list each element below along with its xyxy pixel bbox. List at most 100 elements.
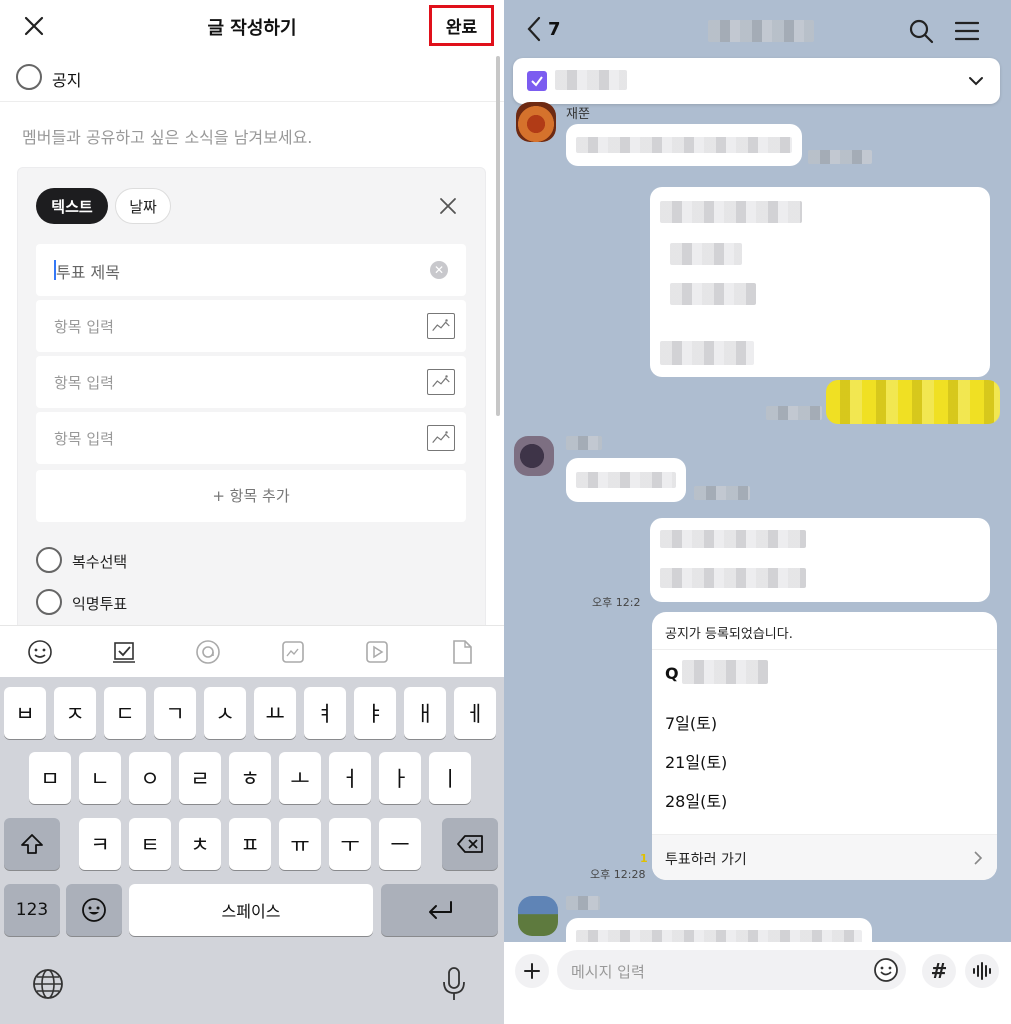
key[interactable]: ㅁ — [29, 752, 71, 804]
pinned-notice-bar[interactable] — [513, 58, 1000, 104]
notice-label: 공지 — [52, 71, 82, 90]
emoji-icon[interactable] — [26, 638, 54, 666]
backspace-icon — [457, 835, 483, 853]
add-item-button[interactable]: + 항목 추가 — [36, 470, 466, 522]
emoji-key[interactable] — [66, 884, 122, 936]
highlighted-message[interactable] — [826, 380, 1000, 424]
key[interactable]: ㄷ — [104, 687, 146, 739]
emoji-keyboard-icon — [82, 898, 106, 922]
return-key[interactable] — [381, 884, 498, 936]
key[interactable]: ㅂ — [4, 687, 46, 739]
key[interactable]: ㅐ — [404, 687, 446, 739]
image-icon[interactable] — [427, 313, 455, 339]
poll-item-input[interactable]: 항목 입력 — [36, 356, 466, 408]
key[interactable]: ㅡ — [379, 818, 421, 870]
notice-toggle-row[interactable]: 공지 — [0, 56, 504, 102]
space-key[interactable]: 스페이스 — [129, 884, 373, 936]
key[interactable]: ㅋ — [79, 818, 121, 870]
go-vote-label: 투표하러 가기 — [665, 852, 747, 868]
key[interactable]: ㅊ — [179, 818, 221, 870]
key[interactable]: ㅠ — [279, 818, 321, 870]
voice-button[interactable] — [965, 954, 999, 988]
key[interactable]: ㄹ — [179, 752, 221, 804]
numbers-key[interactable]: 123 — [4, 884, 60, 936]
message-bubble[interactable] — [566, 458, 686, 502]
key[interactable]: ㅓ — [329, 752, 371, 804]
globe-icon — [33, 969, 63, 999]
clear-icon[interactable]: ✕ — [430, 261, 448, 279]
image-icon[interactable] — [427, 369, 455, 395]
microphone-icon — [443, 967, 465, 1000]
video-icon[interactable] — [363, 638, 391, 666]
vote-icon[interactable] — [110, 638, 138, 666]
key[interactable]: ㄱ — [154, 687, 196, 739]
redacted-notice-text — [555, 70, 627, 90]
key[interactable]: ㅕ — [304, 687, 346, 739]
redacted-time — [694, 486, 750, 500]
poll-item-input[interactable]: 항목 입력 — [36, 412, 466, 464]
done-button[interactable]: 완료 — [429, 5, 494, 46]
korean-keyboard: ㅂ ㅈ ㄷ ㄱ ㅅ ㅛ ㅕ ㅑ ㅐ ㅔ ㅁ ㄴ ㅇ ㄹ ㅎ ㅗ ㅓ ㅏ ㅣ ㅋ … — [0, 677, 504, 1024]
key[interactable]: ㅔ — [454, 687, 496, 739]
menu-icon[interactable] — [955, 20, 979, 42]
message-bubble[interactable] — [650, 187, 990, 377]
backspace-key[interactable] — [442, 818, 498, 870]
post-body-placeholder[interactable]: 멤버들과 공유하고 싶은 소식을 남겨보세요. — [22, 124, 312, 148]
go-vote-button[interactable]: 투표하러 가기 — [652, 834, 997, 880]
tab-date[interactable]: 날짜 — [115, 188, 171, 224]
back-button[interactable]: 7 — [526, 16, 561, 42]
poll-card-header-text: 공지가 등록되었습니다. — [665, 627, 793, 642]
shift-icon — [21, 834, 43, 854]
plus-icon — [524, 963, 540, 979]
photo-icon[interactable] — [279, 638, 307, 666]
dictation-key[interactable] — [432, 962, 476, 1006]
chevron-left-icon — [527, 16, 541, 42]
poll-notice-card[interactable]: 공지가 등록되었습니다. Q 7일(토) 21일(토) 28일(토) 투표하러 … — [652, 612, 997, 880]
key[interactable]: ㅏ — [379, 752, 421, 804]
shift-key[interactable] — [4, 818, 60, 870]
key[interactable]: ㅅ — [204, 687, 246, 739]
message-bubble[interactable] — [650, 518, 990, 602]
anonymous-vote-radio[interactable] — [36, 589, 62, 615]
message-bubble[interactable] — [566, 124, 802, 166]
emoticon-icon[interactable] — [872, 956, 900, 984]
poll-item-input[interactable]: 항목 입력 — [36, 300, 466, 352]
key[interactable]: ㅗ — [279, 752, 321, 804]
avatar[interactable] — [516, 102, 556, 142]
key[interactable]: ㅌ — [129, 818, 171, 870]
close-poll-icon[interactable] — [436, 194, 460, 218]
avatar[interactable] — [514, 436, 554, 476]
key[interactable]: ㅛ — [254, 687, 296, 739]
key[interactable]: ㅎ — [229, 752, 271, 804]
plus-button[interactable] — [515, 954, 549, 988]
key[interactable]: ㅑ — [354, 687, 396, 739]
poll-item-placeholder: 항목 입력 — [54, 318, 114, 336]
poll-title-input[interactable]: 투표 제목 ✕ — [36, 244, 466, 296]
key[interactable]: ㄴ — [79, 752, 121, 804]
chat-header: 7 — [504, 0, 1011, 60]
key[interactable]: ㅇ — [129, 752, 171, 804]
message-input-bar: 메시지 입력 # — [504, 942, 1011, 1024]
key[interactable]: ㅜ — [329, 818, 371, 870]
redacted-message — [660, 201, 802, 223]
scrollbar[interactable] — [496, 56, 500, 416]
key[interactable]: ㅣ — [429, 752, 471, 804]
poll-option[interactable]: 28일(토) — [665, 788, 727, 812]
notice-radio[interactable] — [16, 64, 42, 90]
file-icon[interactable] — [448, 638, 476, 666]
tab-text[interactable]: 텍스트 — [36, 188, 108, 224]
key[interactable]: ㅍ — [229, 818, 271, 870]
poll-option[interactable]: 21일(토) — [665, 749, 727, 773]
avatar[interactable] — [518, 896, 558, 936]
key[interactable]: ㅈ — [54, 687, 96, 739]
message-input[interactable]: 메시지 입력 — [557, 950, 906, 990]
chevron-down-icon[interactable] — [966, 71, 986, 91]
globe-key[interactable] — [26, 962, 70, 1006]
poll-option[interactable]: 7일(토) — [665, 710, 717, 734]
hashtag-button[interactable]: # — [922, 954, 956, 988]
image-icon[interactable] — [427, 425, 455, 451]
audio-wave-icon — [973, 962, 991, 980]
search-icon[interactable] — [908, 18, 934, 44]
multi-select-radio[interactable] — [36, 547, 62, 573]
mention-icon[interactable] — [194, 638, 222, 666]
